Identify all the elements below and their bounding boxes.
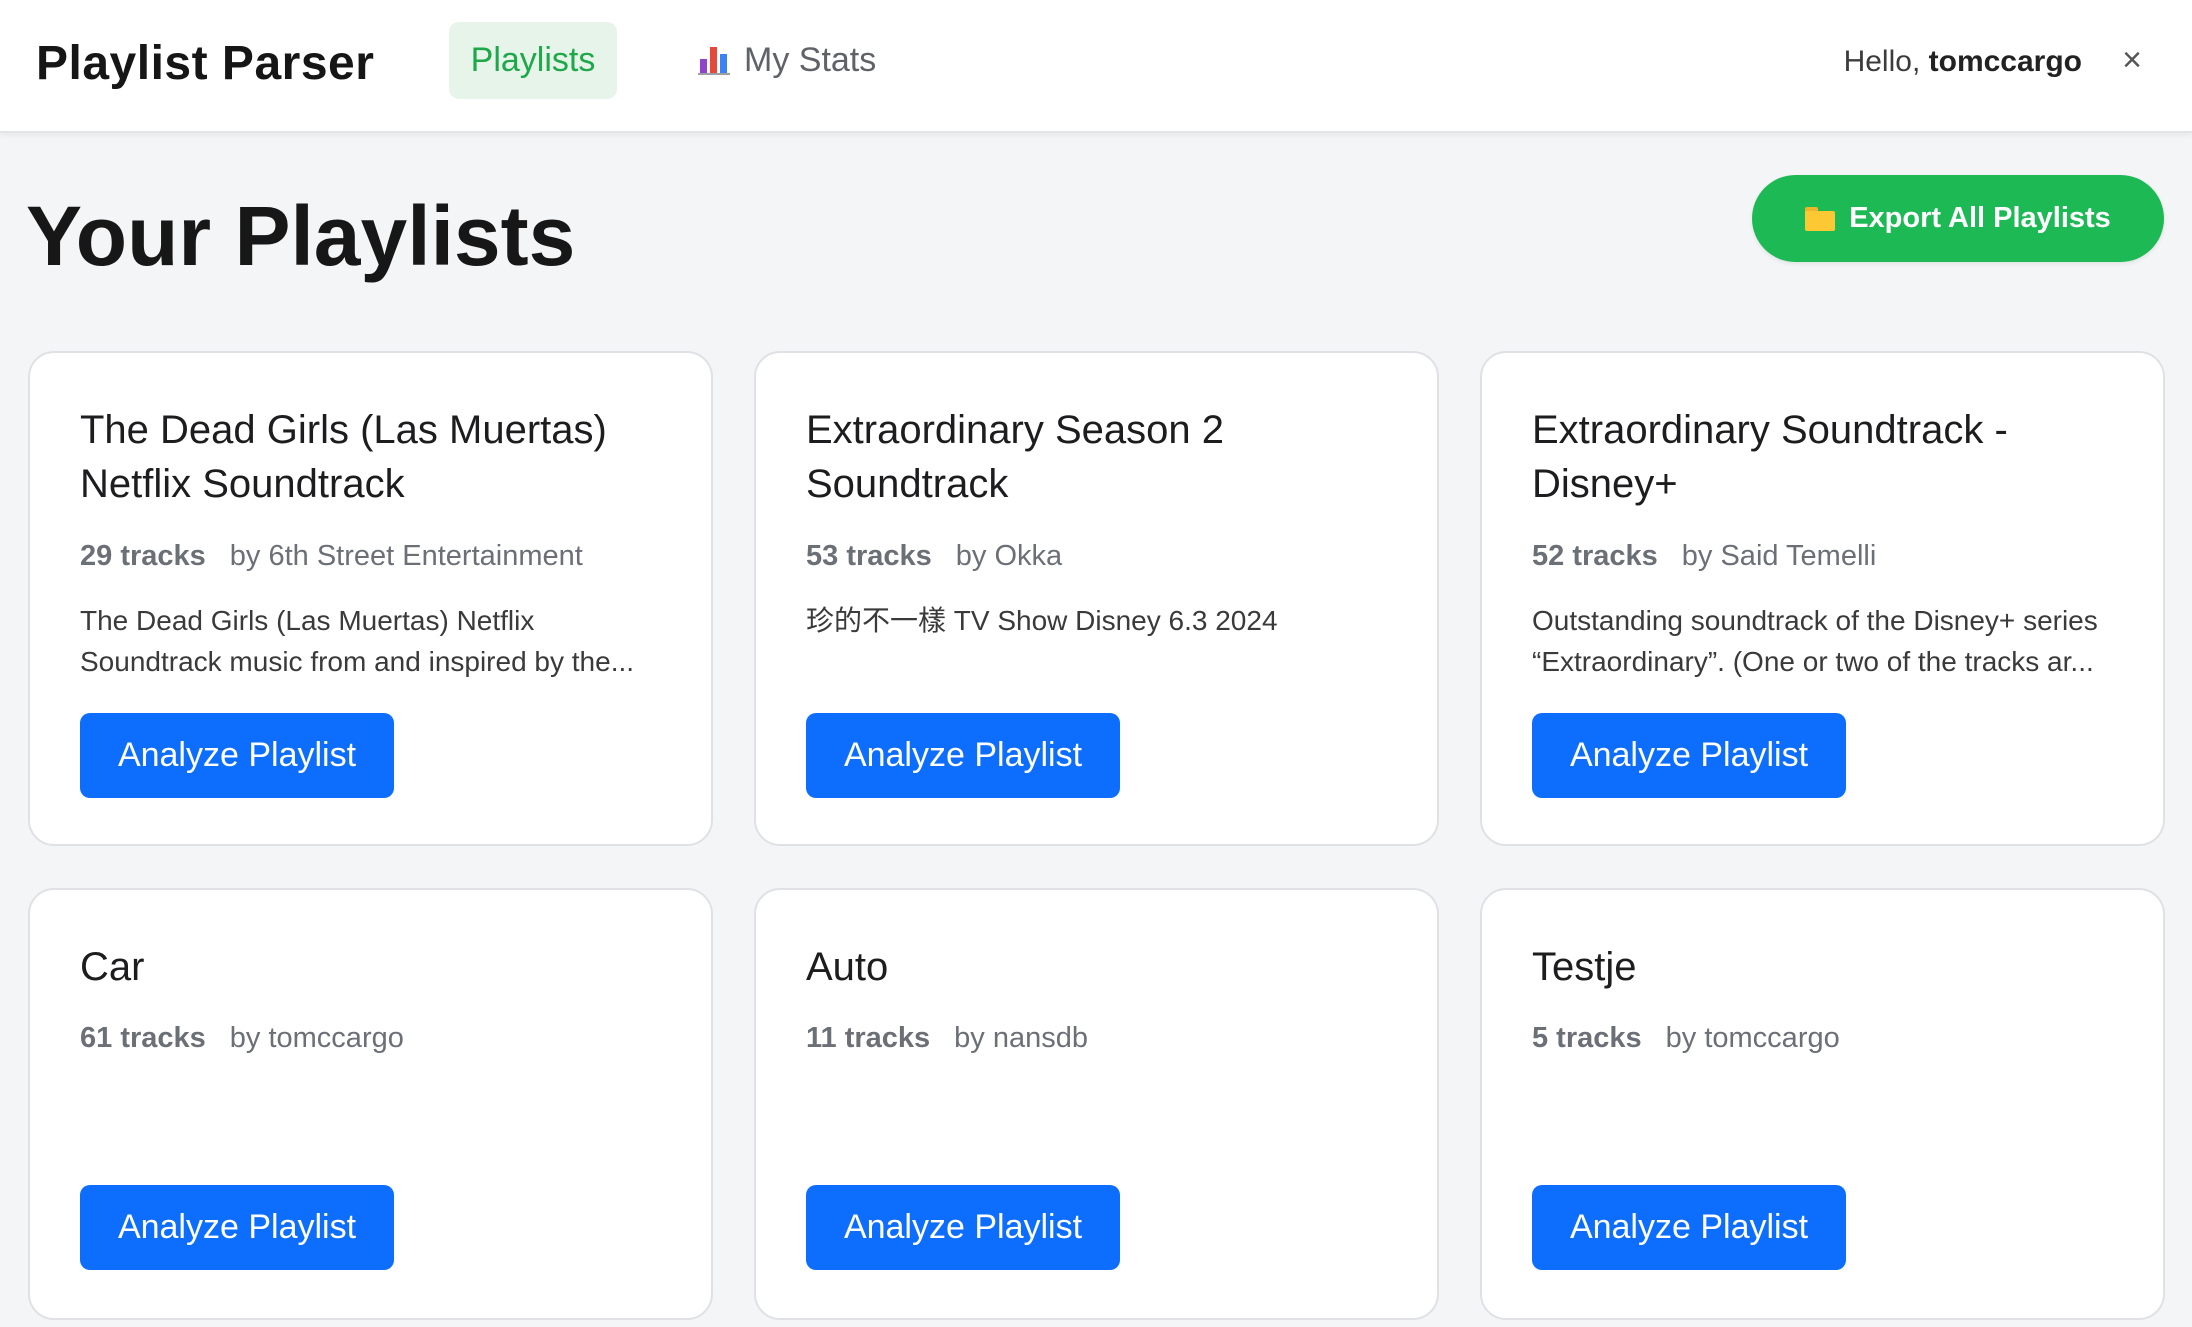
- bar-chart-icon: [698, 43, 730, 75]
- track-count: 53 tracks: [806, 540, 932, 572]
- nav-tab-my-stats-label: My Stats: [744, 41, 877, 79]
- playlist-meta: 5 tracks by tomccargo: [1532, 1020, 1840, 1056]
- playlist-title: Car: [80, 945, 145, 989]
- playlist-meta: 29 tracks by 6th Street Entertainment: [80, 538, 583, 574]
- analyze-playlist-button[interactable]: Analyze Playlist: [80, 1185, 394, 1270]
- analyze-playlist-button[interactable]: Analyze Playlist: [806, 1185, 1120, 1270]
- folder-icon: [1805, 206, 1836, 231]
- playlist-card: Car 61 tracks by tomccargo Analyze Playli…: [28, 888, 713, 1320]
- export-all-playlists-label: Export All Playlists: [1849, 202, 2111, 234]
- playlist-owner: by tomccargo: [1665, 1022, 1840, 1054]
- playlist-title: Testje: [1532, 945, 1637, 989]
- playlist-title: The Dead Girls (Las Muertas) Netflix Sou…: [80, 408, 607, 506]
- playlist-title: Extraordinary Soundtrack - Disney+: [1532, 408, 2008, 506]
- track-count: 11 tracks: [806, 1022, 931, 1054]
- playlist-card: The Dead Girls (Las Muertas) Netflix Sou…: [28, 351, 713, 846]
- app-brand[interactable]: Playlist Parser: [36, 36, 374, 92]
- top-navbar: Playlist Parser Playlists My Stats Hello…: [0, 0, 2192, 133]
- analyze-playlist-button[interactable]: Analyze Playlist: [1532, 1185, 1846, 1270]
- playlist-description: Outstanding soundtrack of the Disney+ se…: [1532, 605, 2098, 677]
- playlist-meta: 11 tracks by nansdb: [806, 1020, 1088, 1056]
- playlist-description: 珍的不一樣 TV Show Disney 6.3 2024: [806, 605, 1278, 636]
- username: tomccargo: [1928, 45, 2082, 78]
- page-title: Your Playlists: [26, 189, 576, 283]
- playlist-title: Extraordinary Season 2 Soundtrack: [806, 408, 1225, 506]
- track-count: 29 tracks: [80, 540, 206, 572]
- playlist-card: Auto 11 tracks by nansdb Analyze Playlist: [754, 888, 1439, 1320]
- playlist-meta: 53 tracks by Okka: [806, 538, 1062, 574]
- track-count: 52 tracks: [1532, 540, 1658, 572]
- playlist-card: Extraordinary Season 2 Soundtrack 53 tra…: [754, 351, 1439, 846]
- playlist-meta: 61 tracks by tomccargo: [80, 1020, 404, 1056]
- playlist-card: Extraordinary Soundtrack - Disney+ 52 tr…: [1480, 351, 2165, 846]
- track-count: 61 tracks: [80, 1022, 206, 1054]
- playlist-owner: by 6th Street Entertainment: [229, 540, 583, 572]
- playlist-owner: by nansdb: [954, 1022, 1088, 1054]
- export-all-playlists-button[interactable]: Export All Playlists: [1752, 175, 2164, 262]
- playlist-description: The Dead Girls (Las Muertas) Netflix Sou…: [80, 605, 635, 677]
- analyze-playlist-button[interactable]: Analyze Playlist: [806, 713, 1120, 798]
- analyze-playlist-button[interactable]: Analyze Playlist: [80, 713, 394, 798]
- analyze-playlist-button[interactable]: Analyze Playlist: [1532, 713, 1846, 798]
- playlist-owner: by Said Temelli: [1681, 540, 1877, 572]
- playlist-card: Testje 5 tracks by tomccargo Analyze Play…: [1480, 888, 2165, 1320]
- playlist-title: Auto: [806, 945, 889, 989]
- nav-tab-my-stats[interactable]: My Stats: [674, 22, 900, 99]
- playlist-meta: 52 tracks by Said Temelli: [1532, 538, 1876, 574]
- greeting-prefix: Hello,: [1843, 45, 1921, 78]
- close-icon[interactable]: ×: [2112, 38, 2152, 82]
- track-count: 5 tracks: [1532, 1022, 1642, 1054]
- playlist-owner: by tomccargo: [229, 1022, 404, 1054]
- user-greeting: Hello, tomccargo: [1844, 40, 2082, 84]
- playlist-owner: by Okka: [955, 540, 1063, 572]
- nav-tab-playlists[interactable]: Playlists: [449, 22, 617, 99]
